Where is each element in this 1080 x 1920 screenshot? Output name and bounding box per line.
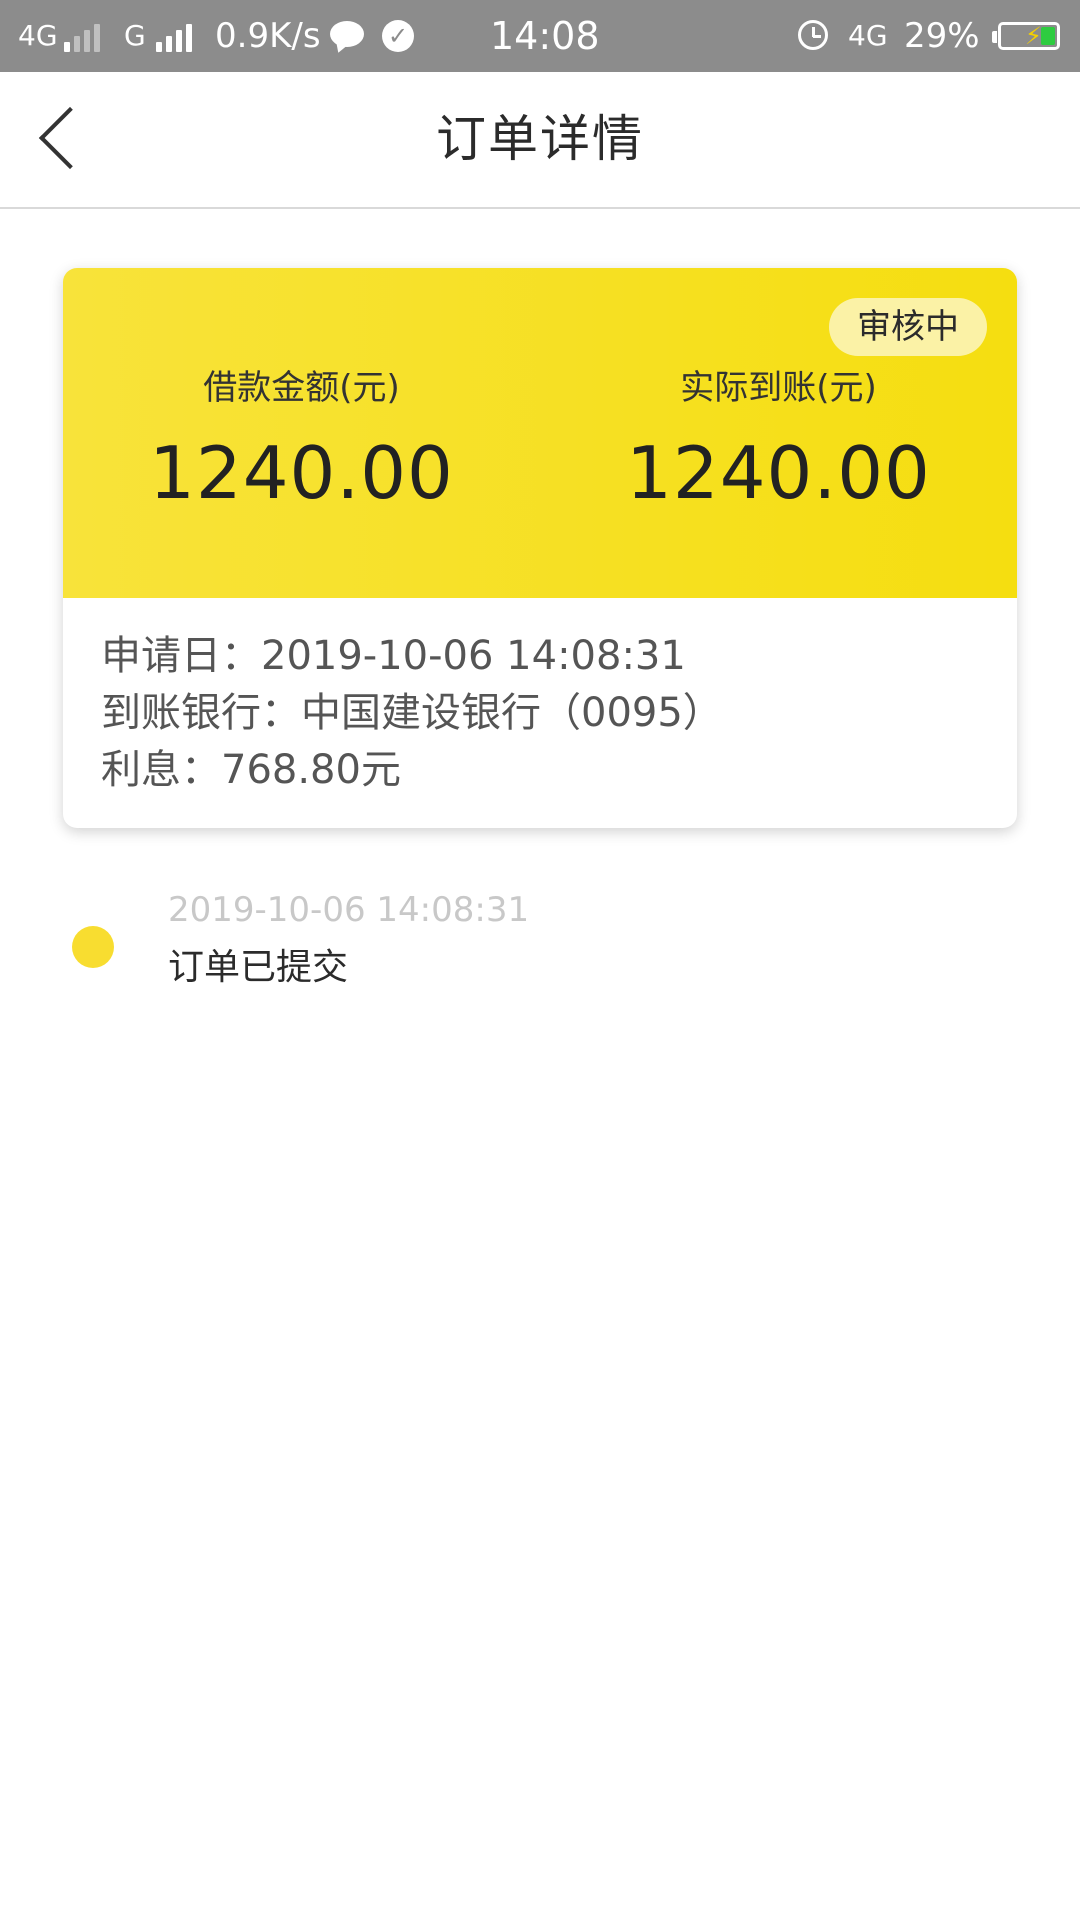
signal-icon-1 <box>64 0 108 72</box>
timeline-dot-icon <box>72 926 114 968</box>
interest: 利息：768.80元 <box>101 747 401 793</box>
clock-time: 14:08 <box>490 14 600 58</box>
page-title: 订单详情 <box>436 110 644 168</box>
battery-icon: ⚡ <box>992 22 1060 50</box>
loan-amount-value: 1240.00 <box>149 431 454 515</box>
timeline-time: 2019-10-06 14:08:31 <box>168 890 530 930</box>
battery-percent: 29% <box>904 16 980 56</box>
network-speed: 0.9K/s <box>215 16 321 56</box>
alarm-icon <box>798 20 828 50</box>
apply-date: 申请日：2019-10-06 14:08:31 <box>101 633 686 679</box>
network-type-3: 4G <box>848 19 888 52</box>
received-amount-block: 实际到账(元) 1240.00 <box>540 363 1017 515</box>
amount-panel: 审核中 借款金额(元) 1240.00 实际到账(元) 1240.00 <box>63 268 1017 598</box>
timeline-status: 订单已提交 <box>168 947 349 988</box>
status-badge: 审核中 <box>829 298 987 356</box>
check-circle-icon: ✓ <box>382 20 414 52</box>
status-bar: 4G G 0.9K/s ✓ 14:08 4G 29% ⚡ <box>0 0 1080 72</box>
signal-icon-2 <box>156 0 200 72</box>
order-info: 申请日：2019-10-06 14:08:31 到账银行：中国建设银行（0095… <box>101 628 979 799</box>
loan-amount-label: 借款金额(元) <box>203 368 400 408</box>
nav-bar: 订单详情 <box>0 72 1080 209</box>
receiving-bank: 到账银行：中国建设银行（0095） <box>101 690 723 736</box>
message-bubble-icon <box>330 21 364 47</box>
received-amount-value: 1240.00 <box>626 431 931 515</box>
back-button[interactable] <box>30 102 90 176</box>
order-summary-card: 审核中 借款金额(元) 1240.00 实际到账(元) 1240.00 申请日：… <box>63 268 1017 828</box>
network-type-1: 4G <box>18 19 58 52</box>
received-amount-label: 实际到账(元) <box>680 368 877 408</box>
order-timeline: 2019-10-06 14:08:31 订单已提交 <box>0 880 1080 1000</box>
loan-amount-block: 借款金额(元) 1240.00 <box>63 363 540 515</box>
network-type-2: G <box>124 19 146 52</box>
